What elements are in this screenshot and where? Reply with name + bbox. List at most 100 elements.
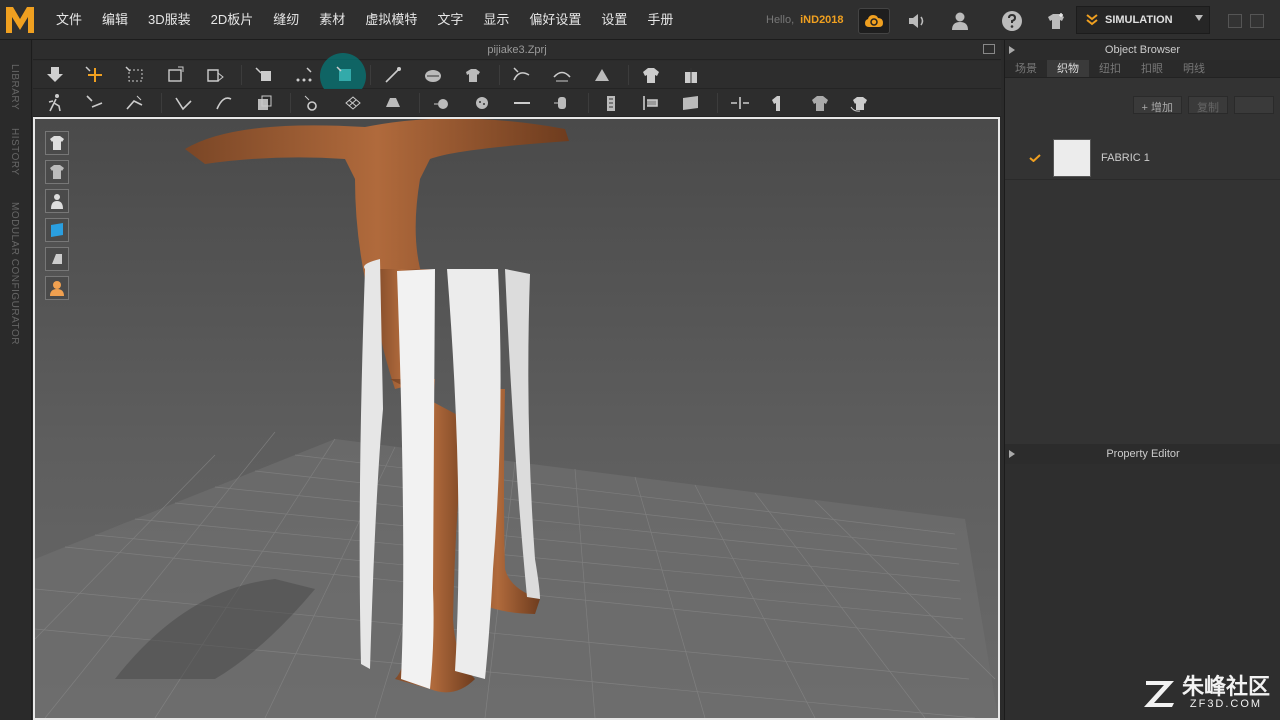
tool-buttonhole[interactable] — [468, 91, 495, 115]
tool-flag[interactable] — [637, 91, 664, 115]
tool-simulation-drop[interactable] — [41, 63, 68, 87]
sound-button[interactable] — [902, 8, 934, 34]
tool-garment-fit[interactable] — [806, 91, 833, 115]
panel-collapse-icon[interactable] — [1009, 450, 1015, 458]
app-logo[interactable] — [0, 0, 40, 40]
curve-edit-icon — [512, 66, 529, 80]
menu-avatar[interactable]: 虚拟模特 — [355, 0, 427, 40]
help-button[interactable] — [996, 8, 1028, 34]
help-icon — [1002, 11, 1022, 31]
tool-measure[interactable] — [597, 91, 624, 115]
tool-reset-arrangement[interactable] — [726, 91, 753, 115]
view-avatar-toggle[interactable] — [45, 189, 69, 213]
tool-seam-curve[interactable] — [210, 91, 237, 115]
shirt-icon — [50, 136, 64, 150]
gift-box-icon — [684, 67, 697, 83]
tool-panel[interactable] — [677, 91, 704, 115]
tab-buttons[interactable]: 纽扣 — [1089, 60, 1131, 77]
tool-avatar-pose[interactable] — [41, 91, 68, 115]
tool-seam-line[interactable] — [170, 91, 197, 115]
tool-fabric-copy[interactable] — [250, 91, 277, 115]
tool-garment-reset[interactable] — [846, 91, 873, 115]
fabric-list-item[interactable]: FABRIC 1 — [1005, 136, 1280, 180]
tool-pin-points[interactable] — [290, 63, 317, 87]
tool-transform[interactable] — [161, 63, 188, 87]
tool-select-box[interactable] — [121, 63, 148, 87]
tool-show-avatar[interactable] — [677, 63, 704, 87]
object-browser-title-text: Object Browser — [1104, 44, 1181, 56]
menu-3d-garment[interactable]: 3D服装 — [138, 0, 201, 40]
add-fabric-button[interactable]: + 增加 — [1132, 96, 1182, 114]
garment-half-icon — [771, 95, 780, 111]
fabric-swatch — [1053, 138, 1091, 177]
copy-fabric-button[interactable]: 复制 — [1188, 96, 1228, 114]
select-box-icon — [124, 65, 142, 81]
tab-fabric[interactable]: 织物 — [1047, 60, 1089, 77]
side-tab-library[interactable]: LIBRARY — [9, 64, 20, 110]
fabric-blue-icon — [51, 223, 63, 237]
panel-icon — [682, 95, 698, 110]
side-tab-history[interactable]: HISTORY — [9, 128, 20, 176]
side-tab-modular-configurator[interactable]: MODULAR CONFIGURATOR — [9, 202, 20, 345]
more-fabric-button[interactable] — [1234, 96, 1274, 114]
menu-manual[interactable]: 手册 — [637, 0, 683, 40]
tool-zipper[interactable] — [548, 91, 575, 115]
float-window-icon[interactable] — [983, 44, 995, 54]
checkmark-icon — [1029, 153, 1041, 162]
tool-fold[interactable] — [201, 63, 228, 87]
3d-viewport[interactable] — [33, 117, 1000, 720]
menu-2d-pattern[interactable]: 2D板片 — [201, 0, 264, 40]
tool-tack[interactable] — [419, 63, 446, 87]
tool-button[interactable] — [428, 91, 455, 115]
view-garment-toggle[interactable] — [45, 131, 69, 155]
panel-collapse-icon[interactable] — [1009, 46, 1015, 54]
tool-pressure[interactable] — [588, 63, 615, 87]
tab-buttonholes[interactable]: 扣眼 — [1131, 60, 1173, 77]
mode-selector[interactable]: SIMULATION — [1076, 6, 1210, 34]
shirt-texture-icon — [50, 165, 64, 179]
tool-measure-line[interactable] — [379, 63, 406, 87]
tool-trim[interactable] — [299, 91, 326, 115]
file-title-bar: pijiake3.Zprj — [33, 40, 1001, 60]
view-avatar-skin[interactable] — [45, 276, 69, 300]
menu-settings[interactable]: 设置 — [591, 0, 637, 40]
tool-garment-pin[interactable] — [459, 63, 486, 87]
seam-line-icon — [174, 97, 192, 110]
mode-label: SIMULATION — [1105, 14, 1173, 26]
garment-store-button[interactable] — [1040, 8, 1072, 34]
menu-text[interactable]: 文字 — [427, 0, 473, 40]
tool-show-garment[interactable] — [637, 63, 664, 87]
garment-pin-icon — [465, 68, 480, 82]
menu-materials[interactable]: 素材 — [309, 0, 355, 40]
pressure-icon — [594, 68, 609, 81]
menu-sewing[interactable]: 缝纫 — [263, 0, 309, 40]
tool-fold-arrangement[interactable] — [250, 63, 277, 87]
menu-display[interactable]: 显示 — [473, 0, 519, 40]
tool-topstitch[interactable] — [508, 91, 535, 115]
menu-edit[interactable]: 编辑 — [92, 0, 138, 40]
tool-cut[interactable] — [548, 63, 575, 87]
tool-sew-segment[interactable] — [81, 91, 108, 115]
menu-preferences[interactable]: 偏好设置 — [519, 0, 591, 40]
account-button[interactable] — [944, 8, 976, 34]
view-garment-texture[interactable] — [45, 160, 69, 184]
view-fabric-mode[interactable] — [45, 218, 69, 242]
toolbar-3d-primary — [33, 52, 1001, 99]
toolbar-separator — [290, 92, 291, 113]
tool-mesh[interactable] — [379, 91, 406, 115]
menu-file[interactable]: 文件 — [46, 0, 92, 40]
tab-topstitch[interactable]: 明线 — [1173, 60, 1215, 77]
maximize-button[interactable] — [1250, 14, 1264, 28]
tool-pattern-grid[interactable] — [339, 91, 366, 115]
view-mesh-mode[interactable] — [45, 247, 69, 271]
cloud-sync-button[interactable] — [858, 8, 890, 34]
minimize-button[interactable] — [1228, 14, 1242, 28]
tool-sew-free[interactable] — [121, 91, 148, 115]
tool-edit-curve[interactable] — [508, 63, 535, 87]
tool-select-move[interactable] — [81, 63, 108, 87]
toolbar-separator — [161, 92, 162, 113]
tool-garment-symmetry[interactable] — [766, 91, 793, 115]
tab-scene[interactable]: 场景 — [1005, 60, 1047, 77]
tool-garment-active[interactable] — [320, 52, 366, 99]
avatar-orange-icon — [50, 281, 64, 296]
